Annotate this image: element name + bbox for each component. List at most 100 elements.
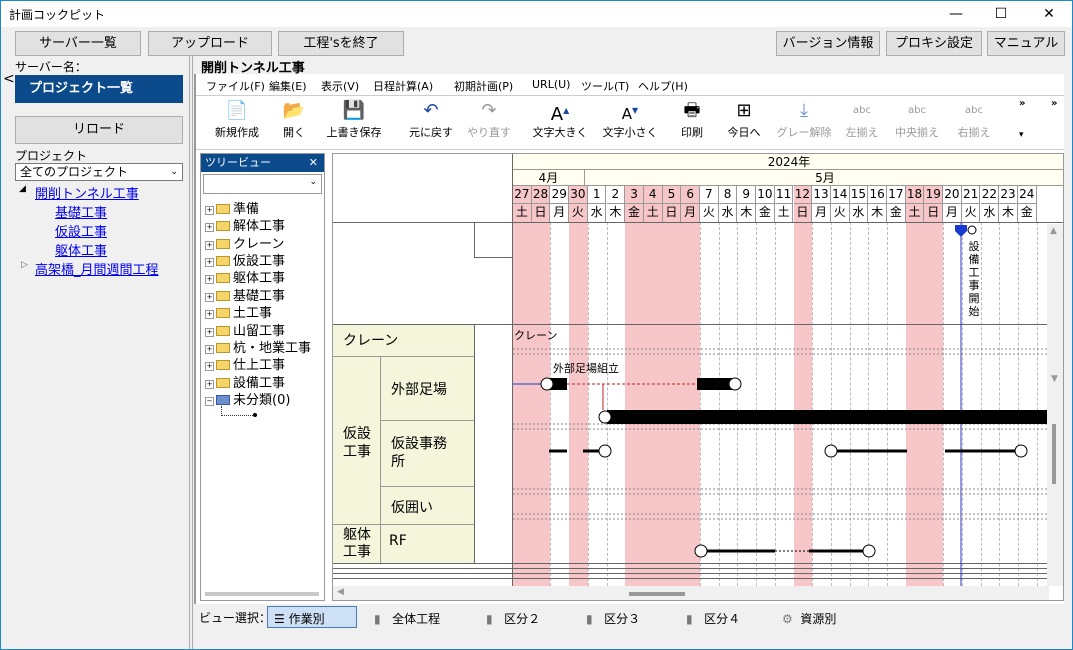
view-overall[interactable]: ▮ 全体工程 (374, 610, 440, 627)
manual-button[interactable]: マニュアル (987, 31, 1065, 56)
exit-button[interactable]: 工程'sを終了 (278, 31, 404, 56)
chevron-down-icon: ⌄ (309, 177, 317, 187)
folder-item[interactable]: + 仕上工事 (205, 354, 285, 373)
folder-open-icon: 📂 (282, 100, 306, 121)
view-by-resource[interactable]: ⚙ 資源別 (782, 610, 836, 627)
font-down-icon: A▼ (621, 105, 639, 123)
book-icon: ▮ (486, 612, 493, 626)
book-icon: ▮ (586, 612, 593, 626)
undo-button[interactable]: ↶ 元に戻す (406, 98, 456, 140)
project-list-button[interactable]: プロジェクト一覧 (15, 75, 183, 103)
align-right-icon: abc (965, 105, 983, 116)
save-button[interactable]: 💾 上書き保存 (324, 98, 384, 140)
redo-button[interactable]: ↷ やり直す (464, 98, 514, 140)
view-category-3[interactable]: ▮ 区分３ (586, 610, 640, 627)
folder-item[interactable]: + 躯体工事 (205, 267, 285, 286)
chevron-down-icon: ⌄ (170, 167, 178, 177)
tree-project[interactable]: 高架橋_月間週間工程 (35, 259, 159, 278)
tree-project[interactable]: 開削トンネル工事 (35, 183, 139, 202)
collapse-icon[interactable]: < (3, 71, 15, 87)
gantt-bars (513, 222, 1049, 586)
project-filter-select[interactable]: 全てのプロジェクト ⌄ (15, 163, 183, 181)
undo-icon: ↶ (423, 100, 439, 121)
reload-button[interactable]: リロード (15, 116, 183, 144)
menu-schedule[interactable]: 日程計算(A) (373, 78, 433, 94)
bar-node (862, 544, 876, 558)
splitter[interactable] (189, 55, 193, 649)
new-button[interactable]: 📄 新規作成 (211, 98, 263, 140)
window-title: 計画コックピット (9, 8, 106, 22)
tree-project[interactable]: 基礎工事 (55, 202, 107, 221)
expand-icon[interactable]: ◢ (19, 184, 26, 194)
version-button[interactable]: バージョン情報 (776, 31, 880, 56)
scaffold-bar (607, 410, 1049, 424)
folder-item[interactable]: + 土工事 (205, 302, 272, 321)
view-category-2[interactable]: ▮ 区分２ (486, 610, 540, 627)
font-smaller-button[interactable]: A▼ 文字小さく (600, 98, 660, 140)
menu-file[interactable]: ファイル(F) (206, 78, 265, 94)
tree-project[interactable]: 躯体工事 (55, 240, 107, 259)
view-by-task[interactable]: ☰ 作業別 (267, 606, 357, 628)
tree-view-select[interactable]: ⌄ (203, 174, 322, 194)
upload-button[interactable]: アップロード (148, 31, 272, 56)
vertical-scrollbar[interactable]: ▲ ▼ (1047, 224, 1063, 586)
menu-bar: ファイル(F) 編集(E) 表示(V) 日程計算(A) 初期計画(P) URL(… (196, 74, 1064, 96)
task-view-icon: ☰ (274, 612, 285, 626)
book-icon: ▮ (374, 612, 381, 626)
book-icon: ▮ (686, 612, 693, 626)
bar-node (1014, 444, 1028, 458)
bar-node (694, 544, 708, 558)
align-left-icon: abc (853, 105, 871, 116)
today-icon: ⊞ (736, 100, 752, 121)
project-label: プロジェクト (15, 149, 88, 163)
bar-node (824, 444, 838, 458)
resource-icon: ⚙ (782, 612, 793, 626)
milestone-node (967, 225, 977, 235)
scaffold-bar-label: 外部足場組立 (553, 362, 619, 375)
bar-node (598, 410, 612, 424)
print-button[interactable]: 🖶 印刷 (676, 98, 708, 140)
bar-node (598, 444, 612, 458)
folder-item[interactable]: + 解体工事 (205, 215, 285, 234)
folder-item[interactable]: − 未分類(0) (205, 389, 290, 408)
menu-help[interactable]: ヘルプ(H) (638, 78, 688, 94)
save-icon: 💾 (342, 100, 366, 121)
align-right-button[interactable]: abc 右揃え (952, 98, 996, 140)
align-left-button[interactable]: abc 左揃え (842, 98, 882, 140)
milestone-marker (955, 225, 967, 237)
close-icon[interactable]: ✕ (309, 154, 318, 172)
tree-view-panel: ツリービュー ✕ ⌄ + 準備 + 解体工事 + クレーン + 仮設工事 + 躯体工事 + 基… (200, 153, 325, 601)
gray-clear-button[interactable]: ⤓ グレー解除 (774, 98, 834, 140)
overflow-icon[interactable]: » (1019, 98, 1025, 109)
proxy-button[interactable]: プロキシ設定 (886, 31, 982, 56)
menu-edit[interactable]: 編集(E) (269, 78, 307, 94)
open-button[interactable]: 📂 開く (276, 98, 312, 140)
crane-bar-label: クレーン (514, 329, 558, 342)
overflow-icon[interactable]: » (1051, 98, 1057, 109)
main-panel: ファイル(F) 編集(E) 表示(V) 日程計算(A) 初期計画(P) URL(… (194, 74, 1064, 604)
font-larger-button[interactable]: A▲ 文字大きく (530, 98, 590, 140)
maximize-icon[interactable]: ☐ (981, 3, 1021, 25)
view-selector: ビュー選択： ☰ 作業別 ▮ 全体工程 ▮ 区分２ ▮ 区分３ ▮ 区分４ ⚙ … (194, 606, 1064, 634)
print-icon: 🖶 (683, 100, 701, 121)
font-up-icon: A▲ (550, 104, 570, 125)
menu-tools[interactable]: ツール(T) (581, 78, 629, 94)
server-list-button[interactable]: サーバー一覧 (15, 31, 141, 56)
view-label: ビュー選択： (199, 611, 272, 625)
menu-initial-plan[interactable]: 初期計画(P) (454, 78, 513, 94)
tree-project[interactable]: 仮設工事 (55, 221, 107, 240)
dropdown-icon[interactable]: ▾ (1019, 130, 1024, 140)
view-category-4[interactable]: ▮ 区分４ (686, 610, 740, 627)
redo-icon: ↷ (481, 100, 497, 121)
menu-view[interactable]: 表示(V) (321, 78, 359, 94)
horizontal-scrollbar[interactable]: ◀ (333, 586, 1049, 600)
today-button[interactable]: ⊞ 今日へ (722, 98, 766, 140)
close-icon[interactable]: ✕ (1029, 3, 1069, 25)
expand-icon[interactable]: ▷ (21, 260, 28, 270)
new-file-icon: 📄 (225, 100, 249, 121)
minimize-icon[interactable]: — (936, 3, 976, 25)
app-window: 計画コックピット — ☐ ✕ サーバー一覧 アップロード 工程'sを終了 バージ… (0, 0, 1073, 650)
bar-node (728, 377, 742, 391)
menu-url[interactable]: URL(U) (532, 78, 570, 91)
align-center-button[interactable]: abc 中央揃え (890, 98, 944, 140)
